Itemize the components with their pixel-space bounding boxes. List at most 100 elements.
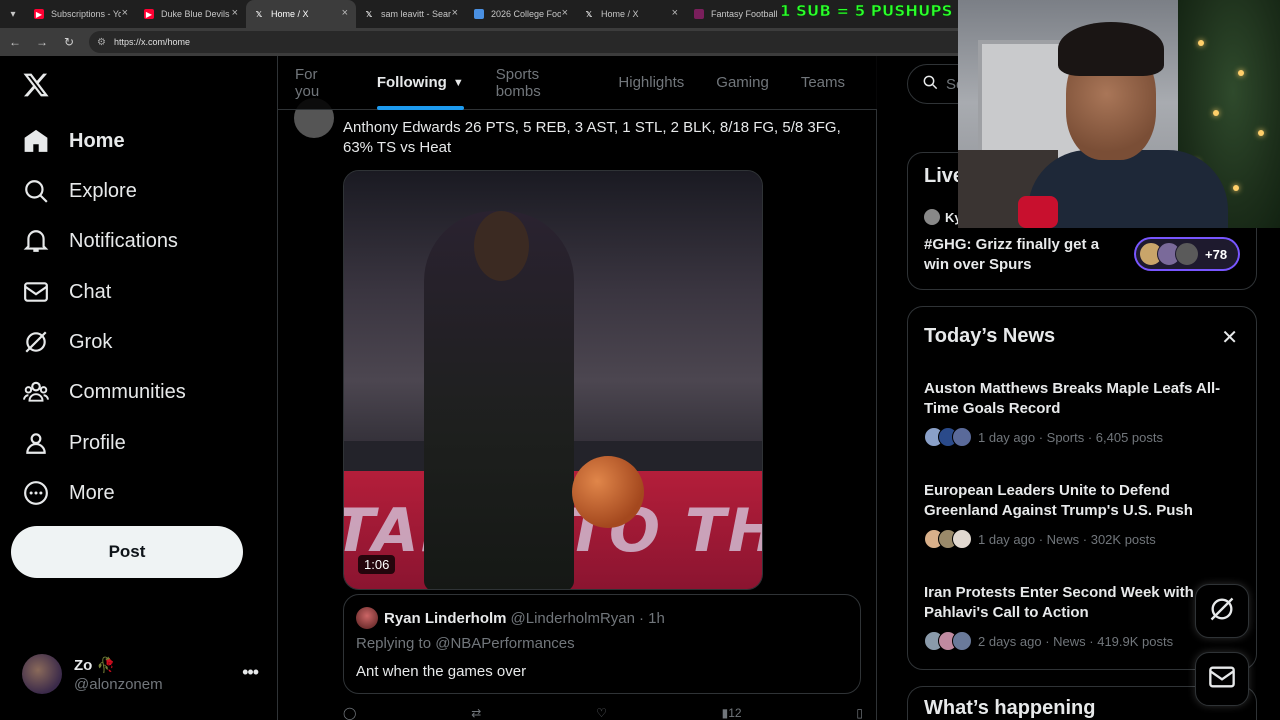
more-circle-icon: [22, 479, 50, 507]
x-icon: 𝕏: [255, 9, 263, 19]
video-player-head: [474, 211, 529, 281]
account-name: Zo 🥀: [74, 656, 116, 674]
news-item[interactable]: European Leaders Unite to Defend Greenla…: [924, 481, 1240, 549]
grok-icon: [1208, 595, 1236, 628]
reply-icon[interactable]: ◯: [343, 706, 356, 720]
forward-icon[interactable]: →: [30, 35, 54, 49]
tab-highlights[interactable]: Highlights: [618, 56, 684, 110]
person-icon: [22, 429, 50, 457]
news-avatars: [924, 427, 972, 447]
rose-emoji: 🥀: [96, 656, 116, 674]
bookmark-icon[interactable]: ▯: [856, 706, 863, 720]
views-icon[interactable]: ▮12: [722, 706, 742, 720]
tab-gaming[interactable]: Gaming: [716, 56, 769, 110]
nav-item-communities[interactable]: Communities: [22, 372, 186, 412]
news-headline: European Leaders Unite to Defend Greenla…: [924, 482, 1193, 519]
chevron-down-icon: ▼: [452, 76, 464, 89]
retweet-icon[interactable]: ⇄: [471, 706, 481, 720]
nav-item-notifications[interactable]: Notifications: [22, 221, 178, 261]
account-switcher[interactable]: Zo 🥀 @alonzonem •••: [22, 652, 262, 696]
avatar: [22, 654, 62, 694]
browser-tab-active[interactable]: 𝕏 Home / X ×: [246, 0, 356, 28]
tab-following[interactable]: Following ▼: [376, 56, 464, 110]
nav-item-explore[interactable]: Explore: [22, 171, 137, 211]
webcam-overlay: [958, 0, 1280, 228]
nav-label: Home: [69, 129, 125, 152]
tweet-text: Anthony Edwards 26 PTS, 5 REB, 3 AST, 1 …: [343, 119, 841, 156]
reload-icon[interactable]: ↻: [57, 35, 81, 49]
post-button[interactable]: Post: [11, 526, 243, 578]
space-title: #GHG: Grizz finally get a win over Spurs: [924, 236, 1100, 273]
browser-tab[interactable]: 𝕏 Home / X ×: [576, 0, 686, 28]
webcam-person-shirt: [1028, 150, 1228, 228]
browser-tab[interactable]: ▶ Subscriptions - YouTube ×: [26, 0, 136, 28]
close-icon[interactable]: ×: [452, 7, 458, 19]
whats-happening-title: What’s happening: [924, 697, 1096, 719]
nav-item-more[interactable]: More: [22, 473, 115, 513]
youtube-icon: ▶: [144, 9, 154, 19]
close-icon[interactable]: ×: [122, 7, 128, 19]
tab-for-you[interactable]: For you: [295, 56, 345, 110]
microphone: [1018, 196, 1058, 228]
nav-item-chat[interactable]: Chat: [22, 272, 111, 312]
news-headline: Auston Matthews Breaks Maple Leafs All-T…: [924, 380, 1221, 417]
close-icon[interactable]: ×: [562, 7, 568, 19]
like-icon[interactable]: ♡: [596, 706, 607, 720]
tab-title: 2026 College Football: [491, 9, 561, 19]
close-icon[interactable]: ×: [232, 7, 238, 19]
nav-item-home[interactable]: Home: [22, 121, 125, 161]
tab-sports-bombs[interactable]: Sports bombs: [496, 56, 587, 110]
avatar: [356, 607, 378, 629]
basketball: [572, 456, 644, 528]
tab-search-button[interactable]: ▾: [0, 0, 26, 28]
grok-float-button[interactable]: [1195, 584, 1249, 638]
news-title: Today’s News: [924, 325, 1056, 347]
tab-title: Home / X: [271, 9, 309, 19]
nav-label: Notifications: [69, 229, 178, 252]
mail-icon: [22, 278, 50, 306]
webcam-person-hair: [1058, 22, 1164, 76]
nav-label: Profile: [69, 431, 126, 454]
tab-teams[interactable]: Teams: [801, 56, 845, 110]
close-icon[interactable]: ×: [342, 7, 348, 19]
tab-title: sam leavitt - Search: [381, 9, 451, 19]
tweet-actions: ◯ ⇄ ♡ ▮12 ▯: [343, 706, 863, 720]
nav-label: Communities: [69, 380, 186, 403]
quote-header: Ryan Linderholm @LinderholmRyan · 1h: [356, 607, 665, 629]
browser-tab[interactable]: 2026 College Football ×: [466, 0, 576, 28]
video-duration: 1:06: [358, 555, 396, 574]
space-listeners[interactable]: +78: [1134, 237, 1240, 271]
url-field[interactable]: ⚙ https://x.com/home: [89, 31, 969, 53]
close-icon[interactable]: ✕: [1221, 325, 1238, 350]
news-item[interactable]: Auston Matthews Breaks Maple Leafs All-T…: [924, 379, 1240, 447]
browser-tab[interactable]: 𝕏 sam leavitt - Search ×: [356, 0, 466, 28]
close-icon[interactable]: ×: [672, 7, 678, 19]
messages-float-button[interactable]: [1195, 652, 1249, 706]
x-icon: 𝕏: [365, 9, 373, 19]
nav-label: More: [69, 481, 115, 504]
stream-overlay-banner: 1 SUB = 5 PUSHUPS: [780, 2, 953, 21]
nav-label: Chat: [69, 280, 112, 303]
nav-item-grok[interactable]: Grok: [22, 322, 112, 362]
space-host: Ky: [924, 209, 962, 225]
quoted-reply[interactable]: Ryan Linderholm @LinderholmRyan · 1h Rep…: [343, 594, 861, 694]
nav-item-profile[interactable]: Profile: [22, 423, 126, 463]
more-horizontal-icon[interactable]: •••: [242, 662, 259, 683]
site-info-icon[interactable]: ⚙: [97, 37, 106, 48]
x-logo-icon[interactable]: [22, 71, 50, 99]
fantasy-icon: [694, 9, 704, 19]
news-headline: Iran Protests Enter Second Week with Pah…: [924, 584, 1194, 621]
news-item[interactable]: Iran Protests Enter Second Week with Pah…: [924, 583, 1240, 651]
quote-body: Ant when the games over: [356, 663, 527, 680]
tweet-video[interactable]: TAP INTO THE GA 1:06: [343, 170, 763, 590]
feed-tabs: For you Following ▼ Sports bombs Highligh…: [278, 56, 877, 110]
people-icon: [22, 378, 50, 406]
nav-label: Explore: [69, 179, 137, 202]
search-icon: [22, 177, 50, 205]
browser-tab[interactable]: ▶ Duke Blue Devils ×: [136, 0, 246, 28]
avatar: [924, 209, 940, 225]
grok-icon: [22, 328, 50, 356]
account-handle: @alonzonem: [74, 675, 163, 693]
replying-to: Replying to @NBAPerformances: [356, 635, 575, 652]
back-icon[interactable]: ←: [3, 35, 27, 49]
